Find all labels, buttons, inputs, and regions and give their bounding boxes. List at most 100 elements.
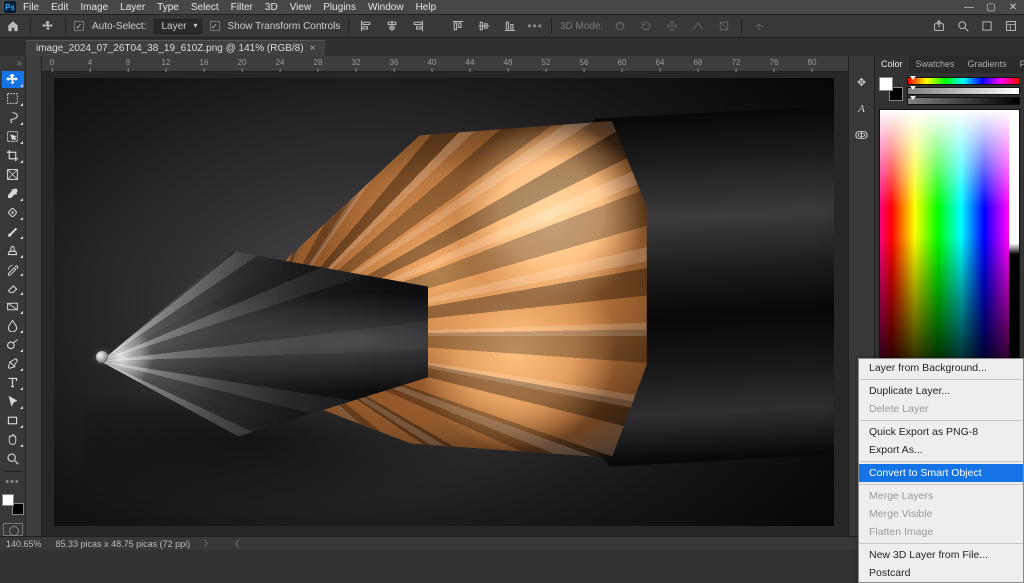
document-tab-close-icon[interactable]: ×: [310, 43, 316, 54]
status-info-chevron-icon[interactable]: 〉: [204, 538, 212, 549]
tab-gradients[interactable]: Gradients: [962, 56, 1013, 73]
3d-roll-icon[interactable]: [637, 17, 655, 35]
eraser-tool[interactable]: [2, 279, 24, 296]
window-close-button[interactable]: ✕: [1002, 0, 1024, 14]
tab-color[interactable]: Color: [875, 56, 909, 73]
hue-slider[interactable]: 0: [907, 77, 1020, 85]
search-icon[interactable]: [954, 17, 972, 35]
zoom-level[interactable]: 140.65%: [6, 539, 42, 549]
separator: [65, 18, 66, 34]
home-button[interactable]: [4, 17, 22, 35]
menu-view[interactable]: View: [285, 2, 317, 13]
brush-tool[interactable]: [2, 223, 24, 240]
frame-tool[interactable]: [2, 166, 24, 183]
move-tool[interactable]: [2, 71, 24, 88]
spot-healing-tool[interactable]: [2, 204, 24, 221]
lasso-tool[interactable]: [2, 109, 24, 126]
foreground-color-swatch[interactable]: [2, 494, 14, 506]
3d-axis-widget-icon[interactable]: [750, 17, 768, 35]
menu-edit[interactable]: Edit: [46, 2, 73, 13]
align-horizontal-centers-icon[interactable]: [383, 17, 401, 35]
history-brush-tool[interactable]: [2, 261, 24, 278]
zoom-tool[interactable]: [2, 450, 24, 467]
align-left-edges-icon[interactable]: [357, 17, 375, 35]
cloud-docs-icon[interactable]: [978, 17, 996, 35]
menu-window[interactable]: Window: [363, 2, 409, 13]
collapsed-panel-icon-2[interactable]: A: [858, 103, 865, 115]
ruler-tick: 0: [50, 58, 54, 67]
tab-patterns[interactable]: Patterns: [1014, 56, 1024, 73]
menu-3d[interactable]: 3D: [260, 2, 283, 13]
window-minimize-button[interactable]: —: [958, 0, 980, 14]
tab-swatches[interactable]: Swatches: [910, 56, 961, 73]
gradient-tool[interactable]: [2, 298, 24, 315]
tools-collapse-icon[interactable]: »: [16, 58, 25, 69]
workspace-switcher-icon[interactable]: [1002, 17, 1020, 35]
3d-orbit-icon[interactable]: [611, 17, 629, 35]
rectangle-tool[interactable]: [2, 412, 24, 429]
window-maximize-button[interactable]: ▢: [980, 0, 1002, 14]
saturation-slider[interactable]: 0%: [907, 87, 1020, 95]
context-menu-item[interactable]: New 3D Layer from File...: [859, 546, 1023, 564]
context-menu-item[interactable]: Layer from Background...: [859, 359, 1023, 377]
move-tool-indicator-icon[interactable]: [39, 17, 57, 35]
eyedropper-tool[interactable]: [2, 185, 24, 202]
context-menu-item[interactable]: Convert to Smart Object: [859, 464, 1023, 482]
context-menu-item[interactable]: Postcard: [859, 564, 1023, 582]
bw-strip[interactable]: [1009, 110, 1019, 388]
blur-tool[interactable]: [2, 317, 24, 334]
doc-size-info[interactable]: 85.33 picas x 48.75 picas (72 ppi): [56, 539, 191, 549]
menu-layer[interactable]: Layer: [115, 2, 150, 13]
share-button-icon[interactable]: [930, 17, 948, 35]
separator: [30, 18, 31, 34]
align-vertical-centers-icon[interactable]: [475, 17, 493, 35]
horizontal-ruler[interactable]: 048121620242832364044485256606468727680: [42, 56, 848, 72]
context-menu-item[interactable]: Export As...: [859, 441, 1023, 459]
ruler-tick: 68: [694, 58, 703, 67]
type-tool[interactable]: [2, 374, 24, 391]
marquee-tool[interactable]: [2, 90, 24, 107]
quick-mask-toggle[interactable]: [3, 523, 23, 536]
collapsed-panel-icon-1[interactable]: ✥: [857, 76, 866, 89]
menu-select[interactable]: Select: [186, 2, 224, 13]
object-selection-tool[interactable]: [2, 128, 24, 145]
3d-scale-icon[interactable]: [715, 17, 733, 35]
document-canvas[interactable]: [54, 78, 834, 526]
foreground-background-swatch[interactable]: [2, 494, 24, 515]
menu-type[interactable]: Type: [152, 2, 184, 13]
path-selection-tool[interactable]: [2, 393, 24, 410]
align-right-edges-icon[interactable]: [409, 17, 427, 35]
layer-context-menu[interactable]: Layer from Background... Duplicate Layer.…: [858, 358, 1024, 583]
brightness-slider[interactable]: 0%: [907, 97, 1020, 105]
menu-plugins[interactable]: Plugins: [318, 2, 361, 13]
auto-select-checkbox[interactable]: [74, 21, 84, 31]
clone-stamp-tool[interactable]: [2, 242, 24, 259]
menu-help[interactable]: Help: [411, 2, 442, 13]
align-top-edges-icon[interactable]: [449, 17, 467, 35]
status-scrub-left-icon[interactable]: 〈: [230, 537, 239, 550]
show-transform-checkbox[interactable]: [210, 21, 220, 31]
context-menu-item[interactable]: Duplicate Layer...: [859, 382, 1023, 400]
collapsed-panel-icon-3[interactable]: ↂ: [855, 129, 869, 142]
menu-filter[interactable]: Filter: [226, 2, 258, 13]
more-align-options-icon[interactable]: •••: [527, 19, 543, 33]
color-spectrum-picker[interactable]: [879, 109, 1020, 389]
pen-tool[interactable]: [2, 355, 24, 372]
color-panel-fgbg-swatch[interactable]: [879, 77, 903, 101]
document-tab[interactable]: image_2024_07_26T04_38_19_610Z.png @ 141…: [26, 40, 325, 56]
dodge-tool[interactable]: [2, 336, 24, 353]
canvas-area[interactable]: 048121620242832364044485256606468727680: [26, 56, 848, 536]
vertical-ruler[interactable]: [26, 56, 42, 536]
hand-tool[interactable]: [2, 431, 24, 448]
context-menu-item[interactable]: Quick Export as PNG-8: [859, 423, 1023, 441]
menu-image[interactable]: Image: [75, 2, 113, 13]
ruler-tick: 80: [808, 58, 817, 67]
menu-file[interactable]: File: [18, 2, 44, 13]
edit-toolbar-icon[interactable]: •••: [5, 476, 20, 488]
3d-slide-icon[interactable]: [689, 17, 707, 35]
color-panel-fg-swatch[interactable]: [879, 77, 893, 91]
3d-pan-icon[interactable]: [663, 17, 681, 35]
align-bottom-edges-icon[interactable]: [501, 17, 519, 35]
auto-select-target-dropdown[interactable]: Layer: [154, 19, 201, 34]
crop-tool[interactable]: [2, 147, 24, 164]
